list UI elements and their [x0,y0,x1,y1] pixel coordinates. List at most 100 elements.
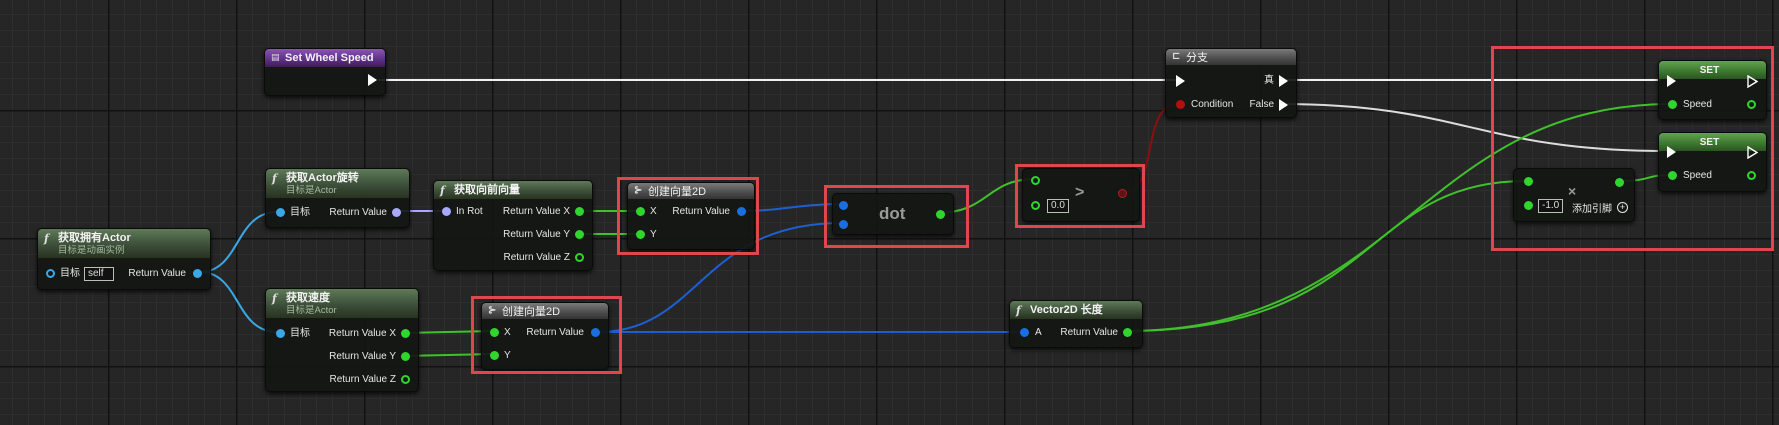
return-value-output-pin[interactable] [193,269,202,278]
custom-event-icon: ▤ [271,53,280,63]
true-exec-output-pin[interactable] [1279,75,1288,87]
false-exec-output-pin[interactable] [1279,99,1288,111]
x-label: X [504,327,511,338]
return-value-output-pin[interactable] [392,208,401,217]
target-value-field[interactable]: self [84,267,114,281]
branch-node[interactable]: ⊏ 分支 真 Condition False [1165,48,1297,118]
function-icon: f [440,184,445,197]
return-z-label: Return Value Z [329,374,396,385]
a-input-pin[interactable] [1524,177,1533,186]
vector-wire-veca-to-dot-a [740,203,843,212]
return-y-label: Return Value Y [329,351,396,362]
return-value-label: Return Value [1060,327,1118,338]
target-label: 目标 [290,207,310,218]
a-label: A [1035,327,1042,338]
function-icon: f [44,232,49,245]
node-subtitle: 目标是Actor [286,185,337,196]
node-title: 创建向量2D [648,186,707,198]
return-x-label: Return Value X [328,328,396,339]
x-input-pin[interactable] [490,328,499,337]
make-vector2d-node-b[interactable]: ⊱ 创建向量2D X Return Value Y [481,302,609,370]
y-label: Y [504,350,511,361]
make-vector2d-node-a[interactable]: ⊱ 创建向量2D X Return Value Y [627,182,755,250]
get-forward-vector-node[interactable]: f 获取向前向量 In Rot Return Value X Return Va… [433,180,593,271]
node-subtitle: 目标是Actor [286,305,337,316]
get-owning-actor-node[interactable]: f 获取拥有Actor 目标是动画实例 目标 self Return Value [37,228,211,290]
return-x-output-pin[interactable] [401,329,410,338]
exec-input-pin[interactable] [1667,75,1676,87]
b-input-pin[interactable] [839,220,848,229]
exec-input-pin[interactable] [1176,75,1185,87]
exec-output-pin[interactable] [1747,75,1758,88]
a-input-pin[interactable] [1020,328,1029,337]
b-default-field[interactable]: 0.0 [1047,199,1069,213]
speed-label: Speed [1683,99,1712,110]
speed-input-pin[interactable] [1668,171,1677,180]
return-value-output-pin[interactable] [1123,328,1132,337]
set-speed-node-b[interactable]: SET Speed [1658,132,1767,192]
in-rot-input-pin[interactable] [442,207,451,216]
b-input-pin[interactable] [1031,201,1040,210]
struct-make-icon: ⊱ [488,305,497,316]
return-value-label: Return Value [329,207,387,218]
node-title: 创建向量2D [502,306,561,318]
speed-label: Speed [1683,170,1712,181]
return-value-label: Return Value [526,327,584,338]
true-label: 真 [1264,75,1274,86]
exec-output-pin[interactable] [368,74,377,86]
node-title: 获取向前向量 [454,184,520,196]
x-input-pin[interactable] [636,207,645,216]
return-value-output-pin[interactable] [1615,178,1624,187]
dot-product-node[interactable]: dot [832,193,954,235]
return-z-output-pin[interactable] [575,253,584,262]
add-pin-icon[interactable]: + [1617,202,1628,213]
multiply-node[interactable]: -1.0 × 添加引脚 + [1513,168,1635,222]
function-icon: f [272,292,277,305]
return-y-label: Return Value Y [503,229,570,240]
return-y-output-pin[interactable] [575,230,584,239]
get-velocity-node[interactable]: f 获取速度 目标是Actor 目标 Return Value X Return… [265,288,419,392]
set-speed-node-a[interactable]: SET Speed [1658,60,1767,120]
y-input-pin[interactable] [636,230,645,239]
node-title: 获取Actor旋转 [286,172,359,184]
condition-input-pin[interactable] [1176,100,1185,109]
target-label: 目标 [60,268,80,279]
return-z-output-pin[interactable] [401,375,410,384]
greater-than-node[interactable]: 0.0 > [1022,168,1140,222]
return-y-output-pin[interactable] [401,352,410,361]
return-x-output-pin[interactable] [575,207,584,216]
vector2d-length-node[interactable]: f Vector2D 长度 A Return Value [1009,300,1143,348]
function-icon: f [272,172,277,185]
in-rot-label: In Rot [456,206,483,217]
speed-input-pin[interactable] [1668,100,1677,109]
branch-icon: ⊏ [1172,51,1181,62]
node-title: Set Wheel Speed [285,52,374,64]
node-title: Vector2D 长度 [1030,304,1103,316]
a-input-pin[interactable] [839,201,848,210]
node-title: dot [879,204,906,223]
speed-output-pin[interactable] [1747,100,1756,109]
node-title: 获取速度 [286,292,330,304]
target-input-pin[interactable] [46,269,55,278]
speed-output-pin[interactable] [1747,171,1756,180]
return-value-output-pin[interactable] [1118,189,1127,198]
return-value-output-pin[interactable] [591,328,600,337]
exec-input-pin[interactable] [1667,146,1676,158]
return-x-label: Return Value X [502,206,570,217]
a-input-pin[interactable] [1031,176,1040,185]
add-pin-label[interactable]: 添加引脚 [1572,204,1612,216]
float-wire-length-to-multiply [1125,180,1527,332]
return-value-output-pin[interactable] [936,210,945,219]
return-value-output-pin[interactable] [737,207,746,216]
b-default-field[interactable]: -1.0 [1538,199,1564,213]
b-input-pin[interactable] [1524,201,1533,210]
return-value-label: Return Value [128,268,186,279]
exec-output-pin[interactable] [1747,146,1758,159]
set-wheel-speed-node[interactable]: ▤ Set Wheel Speed [264,48,386,96]
target-input-pin[interactable] [276,329,285,338]
y-input-pin[interactable] [490,351,499,360]
get-actor-rotation-node[interactable]: f 获取Actor旋转 目标是Actor 目标 Return Value [265,168,410,228]
node-title: 分支 [1186,52,1208,64]
target-input-pin[interactable] [276,208,285,217]
y-label: Y [650,229,657,240]
